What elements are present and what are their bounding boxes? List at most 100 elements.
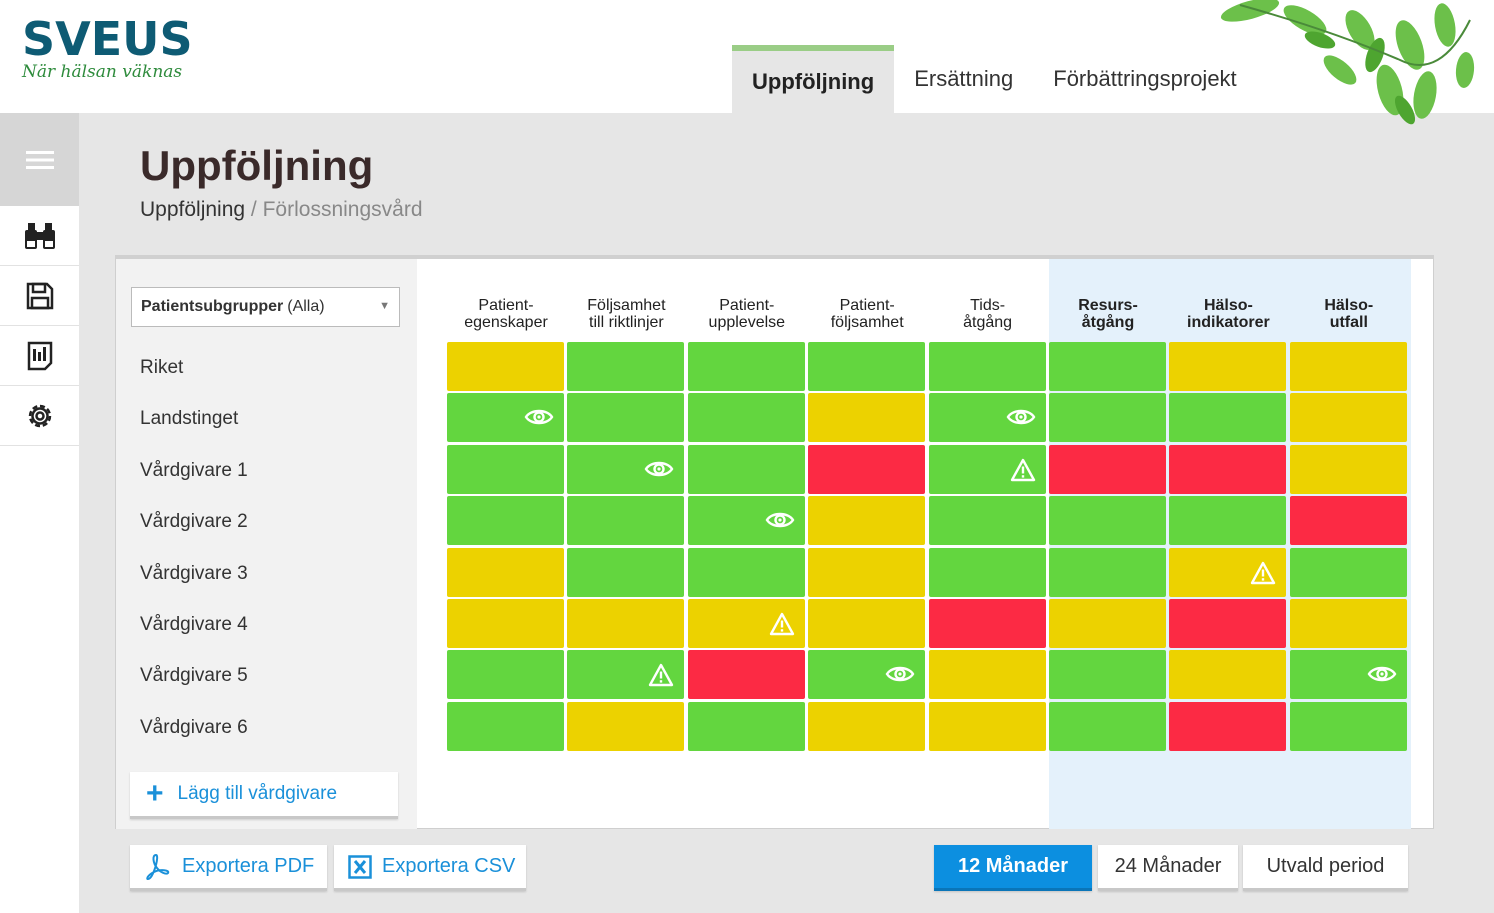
export-pdf-button[interactable]: Exportera PDF (130, 845, 327, 891)
app-header: SVEUS När hälsan väknas Uppföljning Ersä… (0, 0, 1494, 125)
status-cell-green[interactable] (1289, 547, 1407, 597)
column-header[interactable]: Hälso-utfall (1290, 297, 1408, 331)
status-cell-yellow[interactable] (1289, 599, 1407, 648)
chevron-down-icon: ▼ (379, 300, 390, 312)
status-cell-green[interactable] (687, 342, 805, 391)
column-header-line2: indikatorer (1187, 314, 1270, 331)
status-cell-green[interactable] (687, 547, 805, 597)
status-cell-green[interactable] (928, 547, 1046, 597)
column-header[interactable]: Patient-följsamhet (808, 297, 926, 331)
status-cell-green[interactable] (1049, 393, 1166, 443)
status-cell-green[interactable] (1169, 496, 1287, 546)
status-cell-green[interactable] (567, 650, 685, 700)
status-cell-yellow[interactable] (928, 650, 1046, 700)
sidebar-item-overview[interactable] (0, 206, 79, 266)
status-cell-red[interactable] (928, 599, 1046, 648)
status-cell-green[interactable] (447, 393, 564, 443)
period-12-months-button[interactable]: 12 Månader (934, 845, 1092, 891)
status-cell-green[interactable] (928, 444, 1046, 494)
row-label[interactable]: Vårdgivare 5 (140, 656, 248, 696)
status-cell-green[interactable] (928, 342, 1046, 391)
status-cell-yellow[interactable] (808, 701, 926, 751)
status-cell-green[interactable] (1289, 701, 1407, 751)
status-cell-green[interactable] (808, 650, 926, 700)
status-cell-red[interactable] (1289, 496, 1407, 546)
column-header[interactable]: Följsamhet till riktlinjer (567, 297, 685, 331)
status-cell-green[interactable] (567, 342, 685, 391)
breadcrumb-root[interactable]: Uppföljning (140, 198, 245, 221)
column-header-line2: följsamhet (830, 314, 904, 331)
status-cell-red[interactable] (1049, 444, 1166, 494)
status-cell-green[interactable] (1049, 342, 1166, 391)
status-cell-yellow[interactable] (1049, 599, 1166, 648)
status-cell-green[interactable] (808, 342, 926, 391)
status-cell-green[interactable] (928, 393, 1046, 443)
row-label[interactable]: Riket (140, 348, 183, 388)
patient-subgroup-select[interactable]: Patientsubgrupper (Alla) ▼ (131, 287, 400, 327)
status-cell-yellow[interactable] (567, 599, 685, 648)
status-cell-green[interactable] (928, 496, 1046, 546)
status-cell-green[interactable] (567, 393, 685, 443)
status-cell-red[interactable] (1169, 599, 1287, 648)
status-cell-green[interactable] (687, 496, 805, 546)
column-header[interactable]: Patient-upplevelse (688, 297, 806, 331)
status-cell-yellow[interactable] (1289, 444, 1407, 494)
status-cell-yellow[interactable] (1289, 393, 1407, 443)
sidebar-item-save[interactable] (0, 266, 79, 326)
status-cell-yellow[interactable] (808, 393, 926, 443)
status-cell-green[interactable] (447, 444, 564, 494)
status-cell-yellow[interactable] (447, 342, 564, 391)
status-cell-yellow[interactable] (687, 599, 805, 648)
status-cell-green[interactable] (567, 547, 685, 597)
row-label[interactable]: Vårdgivare 3 (140, 554, 248, 594)
status-cell-green[interactable] (447, 701, 564, 751)
status-cell-green[interactable] (447, 496, 564, 546)
status-cell-green[interactable] (687, 393, 805, 443)
status-cell-yellow[interactable] (447, 599, 564, 648)
status-cell-yellow[interactable] (808, 547, 926, 597)
row-label[interactable]: Vårdgivare 2 (140, 502, 248, 542)
row-label[interactable]: Vårdgivare 6 (140, 708, 248, 748)
status-cell-green[interactable] (1049, 650, 1166, 700)
status-cell-yellow[interactable] (1289, 342, 1407, 391)
status-cell-yellow[interactable] (808, 599, 926, 648)
status-cell-yellow[interactable] (447, 547, 564, 597)
status-cell-yellow[interactable] (1169, 650, 1287, 700)
tab-uppfoljning[interactable]: Uppföljning (732, 45, 895, 113)
sveus-logo[interactable]: SVEUS När hälsan väknas (22, 14, 193, 82)
status-cell-green[interactable] (1169, 393, 1287, 443)
status-cell-green[interactable] (1049, 701, 1166, 751)
sidebar-item-settings[interactable] (0, 386, 79, 446)
status-cell-green[interactable] (447, 650, 564, 700)
status-cell-yellow[interactable] (808, 496, 926, 546)
add-provider-button[interactable]: + Lägg till vårdgivare (130, 772, 398, 819)
status-cell-yellow[interactable] (1169, 547, 1287, 597)
export-csv-button[interactable]: Exportera CSV (334, 845, 526, 891)
status-cell-yellow[interactable] (567, 701, 685, 751)
row-label[interactable]: Vårdgivare 1 (140, 451, 248, 491)
sidebar-item-report[interactable] (0, 326, 79, 386)
period-custom-button[interactable]: Utvald period (1243, 845, 1408, 891)
tab-ersattning[interactable]: Ersättning (894, 45, 1033, 113)
status-cell-green[interactable] (1289, 650, 1407, 700)
column-header[interactable]: Patient-egenskaper (447, 297, 565, 331)
status-cell-green[interactable] (1049, 496, 1166, 546)
status-cell-red[interactable] (808, 444, 926, 494)
column-header[interactable]: Hälso-indikatorer (1169, 297, 1287, 331)
status-cell-yellow[interactable] (1169, 342, 1287, 391)
status-cell-red[interactable] (1169, 701, 1287, 751)
status-cell-green[interactable] (1049, 547, 1166, 597)
status-cell-green[interactable] (567, 444, 685, 494)
column-header[interactable]: Resurs-åtgång (1049, 297, 1167, 331)
status-cell-green[interactable] (567, 496, 685, 546)
status-cell-yellow[interactable] (928, 701, 1046, 751)
status-cell-red[interactable] (687, 650, 805, 700)
period-24-months-button[interactable]: 24 Månader (1098, 845, 1238, 891)
status-cell-green[interactable] (687, 444, 805, 494)
status-cell-red[interactable] (1169, 444, 1287, 494)
row-label[interactable]: Vårdgivare 4 (140, 605, 248, 645)
menu-button[interactable] (0, 113, 79, 206)
column-header[interactable]: Tids-åtgång (929, 297, 1047, 331)
status-cell-green[interactable] (687, 701, 805, 751)
row-label[interactable]: Landstinget (140, 399, 238, 439)
